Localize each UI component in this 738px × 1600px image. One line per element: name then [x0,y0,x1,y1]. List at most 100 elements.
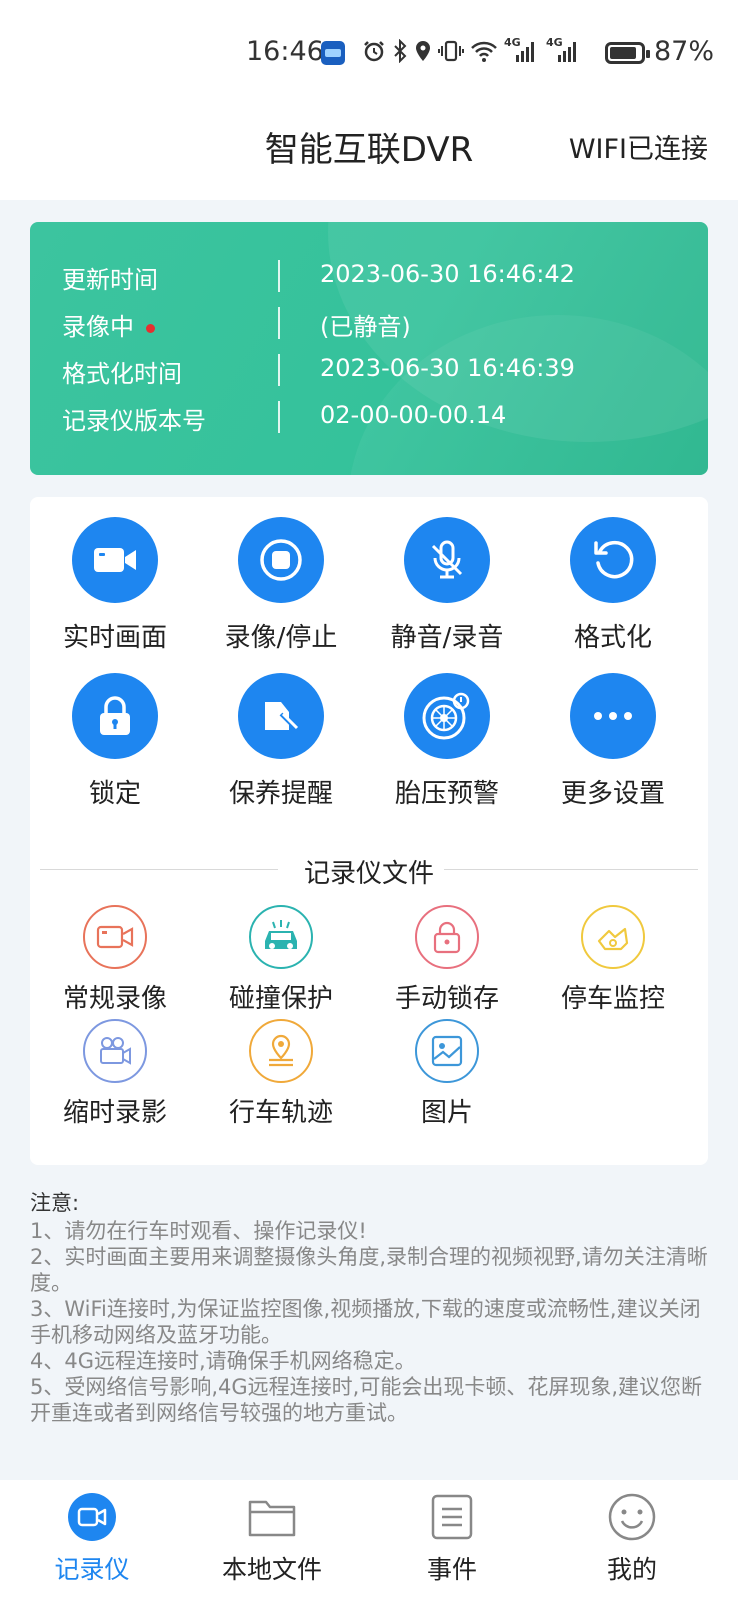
list-icon [427,1492,477,1542]
info-label: 录像中 [62,313,134,341]
info-row-update-time: 更新时间 2023-06-30 16:46:42 [62,252,682,300]
notice-section: 注意: 1、请勿在行车时观看、操作记录仪! 2、实时画面主要用来调整摄像头角度,… [30,1190,720,1426]
bluetooth-icon [394,39,407,63]
lock-icon [72,673,158,759]
info-divider [278,260,280,292]
location-icon [416,41,430,61]
info-label: 更新时间 [62,266,158,294]
parking-monitor-button[interactable]: 停车监控 [528,905,698,1015]
collision-protection-button[interactable]: 碰撞保护 [196,905,366,1015]
driving-track-button[interactable]: 行车轨迹 [196,1019,366,1129]
tire-pressure-button[interactable]: 胎压预警 [362,673,532,810]
info-divider [278,354,280,386]
device-info-card: 更新时间 2023-06-30 16:46:42 录像中 (已静音) 格式化时间… [30,222,708,475]
wifi-status[interactable]: WIFI已连接 [569,127,708,166]
nav-tab-events[interactable]: 事件 [382,1480,522,1586]
info-label-wrap: 录像中 [62,307,155,342]
file-category-label: 停车监控 [560,984,665,1014]
function-label: 保养提醒 [228,779,333,809]
app-header: 智能互联DVR WIFI已连接 [0,100,738,200]
format-button[interactable]: 格式化 [528,517,698,654]
refresh-icon [570,517,656,603]
live-view-button[interactable]: 实时画面 [30,517,200,654]
signal-4g-icon: 4G [546,36,582,64]
status-icons: 4G 4G [362,34,582,68]
file-category-label: 常规录像 [62,984,167,1014]
parking-icon [581,905,645,969]
recorder-icon [67,1492,117,1542]
notice-line: 5、受网络信号影响,4G远程连接时,可能会出现卡顿、花屏现象,建议您断开重连或者… [30,1375,703,1425]
more-icon [570,673,656,759]
picture-icon [415,1019,479,1083]
notice-line: 3、WiFi连接时,为保证监控图像,视频播放,下载的速度或流畅性,建议关闭手机移… [30,1297,701,1347]
nav-tab-local-files[interactable]: 本地文件 [202,1480,342,1586]
mic-off-icon [404,517,490,603]
lock-button[interactable]: 锁定 [30,673,200,810]
info-row-recording: 录像中 (已静音) [62,299,682,347]
status-time: 16:46 [246,36,324,67]
collision-icon [249,905,313,969]
video-icon [83,905,147,969]
info-row-format-time: 格式化时间 2023-06-30 16:46:39 [62,346,682,394]
notice-title: 注意: [30,1191,80,1215]
notice-line: 4、4G远程连接时,请确保手机网络稳定。 [30,1349,416,1373]
normal-recording-button[interactable]: 常规录像 [30,905,200,1015]
maintenance-reminder-button[interactable]: 保养提醒 [196,673,366,810]
function-label: 锁定 [88,779,141,809]
file-category-label: 行车轨迹 [228,1098,333,1128]
timelapse-icon [83,1019,147,1083]
info-value: 2023-06-30 16:46:42 [320,260,575,288]
nav-tab-recorder[interactable]: 记录仪 [22,1480,162,1586]
function-label: 更多设置 [560,779,665,809]
vibrate-icon [438,40,464,62]
file-category-label: 手动锁存 [394,984,499,1014]
timelapse-button[interactable]: 缩时录影 [30,1019,200,1129]
status-bar: 16:46 4G 4G 87% [0,0,738,100]
function-label: 胎压预警 [394,779,499,809]
folder-icon [247,1492,297,1542]
battery-percent: 87% [654,36,715,67]
pictures-button[interactable]: 图片 [362,1019,532,1129]
lock-icon [415,905,479,969]
info-row-version: 记录仪版本号 02-00-00-00.14 [62,393,682,441]
info-value: 2023-06-30 16:46:39 [320,354,575,382]
signal-4g-icon: 4G [504,36,540,64]
camera-icon [72,517,158,603]
notice-line: 2、实时画面主要用来调整摄像头角度,录制合理的视频视野,请勿关注清晰度。 [30,1245,708,1295]
smile-icon [607,1492,657,1542]
nav-label: 本地文件 [221,1555,322,1584]
notice-line: 1、请勿在行车时观看、操作记录仪! [30,1219,367,1243]
track-icon [249,1019,313,1083]
nav-label: 我的 [606,1555,657,1584]
info-label: 格式化时间 [62,360,182,388]
bottom-navigation: 记录仪 本地文件 事件 我的 [0,1480,738,1600]
file-category-label: 图片 [420,1098,473,1128]
file-category-label: 缩时录影 [62,1098,167,1128]
file-category-label: 碰撞保护 [228,984,333,1014]
recording-dot [146,323,155,333]
mute-record-button[interactable]: 静音/录音 [362,517,532,654]
tire-icon [404,673,490,759]
nav-label: 事件 [426,1555,477,1584]
function-label: 静音/录音 [390,623,504,653]
functions-panel: 实时画面 录像/停止 静音/录音 格式化 锁定 保养提醒 胎压预警 更多设置 记… [30,497,708,1165]
record-stop-button[interactable]: 录像/停止 [196,517,366,654]
info-label: 记录仪版本号 [62,407,206,435]
info-divider [278,307,280,339]
nav-label: 记录仪 [54,1555,130,1584]
function-label: 录像/停止 [224,623,338,653]
info-value: (已静音) [320,313,411,341]
app-icon [321,41,345,65]
alarm-icon [364,41,384,62]
battery-icon [605,42,650,64]
files-section-title: 记录仪文件 [303,859,434,889]
info-value: 02-00-00-00.14 [320,401,507,429]
files-section-header: 记录仪文件 [40,853,698,889]
more-settings-button[interactable]: 更多设置 [528,673,698,810]
wifi-icon [471,41,497,62]
manual-lock-button[interactable]: 手动锁存 [362,905,532,1015]
nav-tab-mine[interactable]: 我的 [562,1480,702,1586]
maintenance-icon [238,673,324,759]
stop-icon [238,517,324,603]
function-label: 实时画面 [62,623,167,653]
